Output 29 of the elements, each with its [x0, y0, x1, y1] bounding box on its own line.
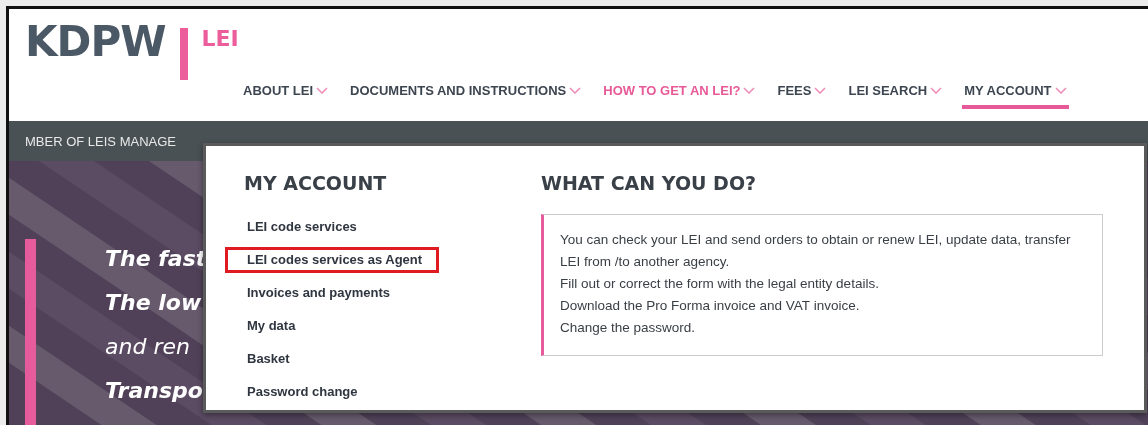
chevron-icon [1054, 87, 1067, 94]
nav-menu-item[interactable]: FEES [775, 77, 829, 109]
menu-link[interactable]: Basket [225, 346, 307, 372]
nav-menu-item[interactable]: MY ACCOUNT [962, 77, 1069, 109]
chevron-icon [569, 87, 582, 94]
info-heading: WHAT CAN YOU DO? [541, 172, 758, 194]
chevron-icon [743, 87, 756, 94]
menu-link[interactable]: LEI code services [225, 214, 374, 240]
info-text: Download the Pro Forma invoice and VAT invoice. [560, 297, 861, 315]
menu-link[interactable]: Invoices and payments [225, 280, 408, 306]
info-text: Fill out or correct the form with the legal entity details. [560, 275, 880, 293]
hero-text: Transpo [105, 377, 204, 405]
nav-menu-item[interactable]: DOCUMENTS AND INSTRUCTIONS [348, 77, 584, 109]
chevron-icon [930, 87, 943, 94]
nav-menu-item[interactable]: ABOUT LEI [241, 77, 331, 109]
nav-menu-item[interactable]: LEI SEARCH [846, 77, 945, 109]
menu-link[interactable]: My data [225, 313, 313, 339]
chevron-icon [316, 87, 329, 94]
info-text: Change the password. [560, 319, 697, 337]
hero-text: The low [105, 289, 203, 317]
menu-link[interactable]: Password change [225, 379, 375, 405]
hero-text: The fast [105, 245, 207, 273]
menu-link[interactable]: LEI codes services as Agent [225, 247, 440, 273]
menu-heading: MY ACCOUNT [244, 172, 388, 194]
hero-text: and ren [105, 333, 191, 361]
chevron-icon [814, 87, 827, 94]
info-text: You can check your LEI and send orders to obtain or renew LEI, update data, transfer LEI from /to another agency. [560, 231, 1072, 271]
logo-text[interactable]: KDPW [25, 19, 166, 65]
info-bar-text: MBER OF LEIS MANAGE [25, 133, 176, 149]
